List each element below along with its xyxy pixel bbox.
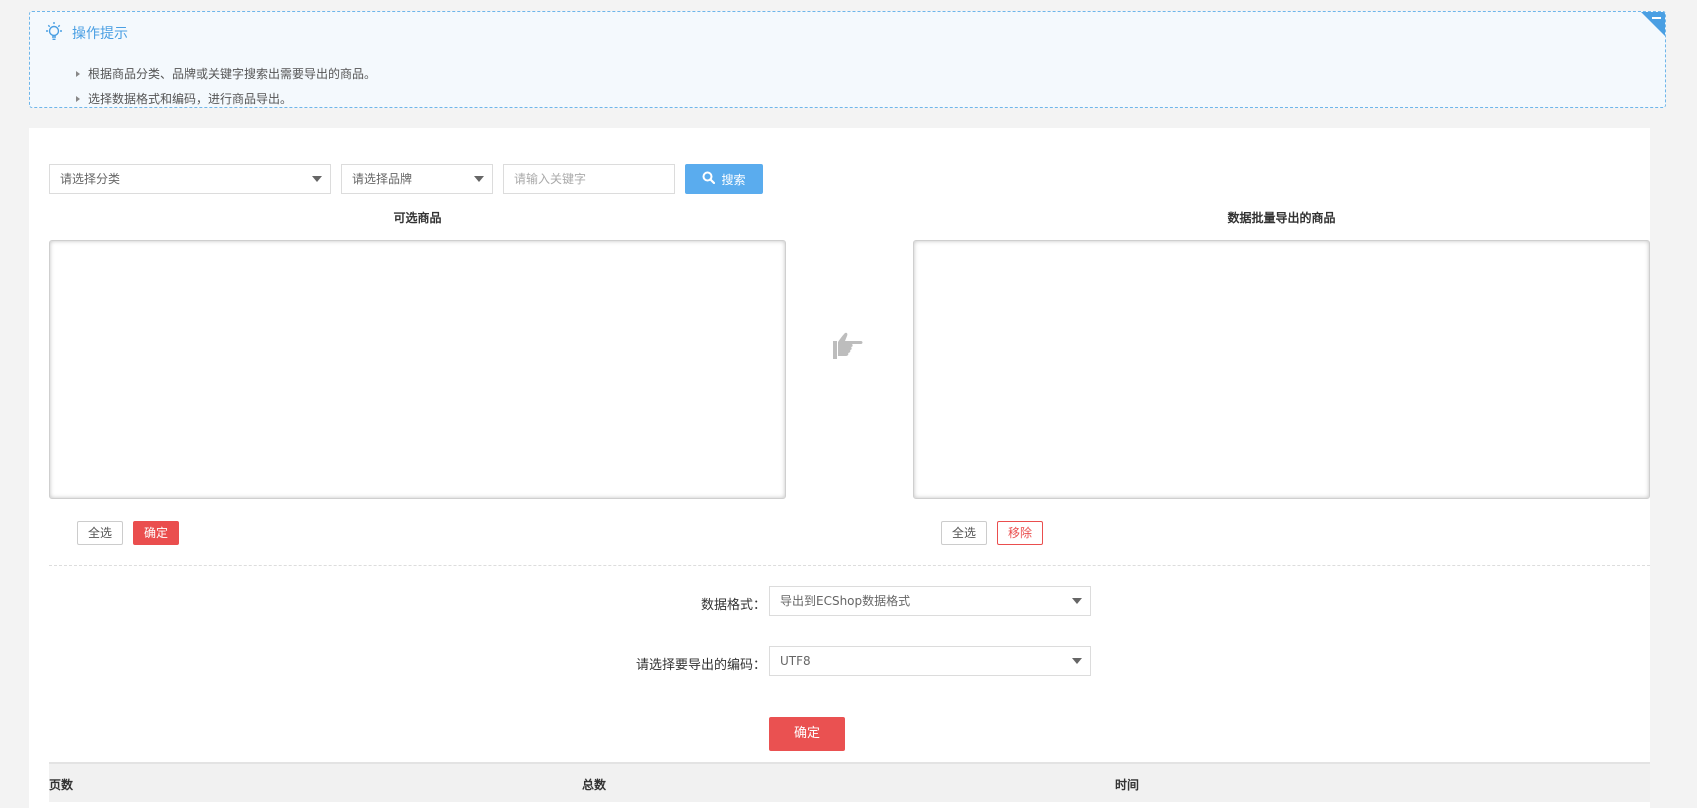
search-button[interactable]: 搜索	[685, 164, 763, 194]
add-to-export-button[interactable]: 确定	[133, 521, 179, 545]
tips-header: 操作提示	[44, 22, 128, 44]
lightbulb-icon	[44, 21, 64, 45]
section-divider	[49, 565, 1650, 566]
chevron-down-icon	[1072, 658, 1082, 664]
collapse-icon[interactable]	[1652, 17, 1661, 19]
bullet-arrow-icon	[76, 96, 80, 102]
select-all-available-button[interactable]: 全选	[77, 521, 123, 545]
pointing-hand-icon[interactable]	[830, 332, 864, 365]
format-select[interactable]: 导出到ECShop数据格式	[769, 586, 1091, 616]
keyword-input[interactable]: 请输入关键字	[503, 164, 675, 194]
chevron-down-icon	[312, 176, 322, 182]
column-header: 总数	[582, 778, 607, 792]
category-select[interactable]: 请选择分类	[49, 164, 331, 194]
submit-export-button[interactable]: 确定	[769, 717, 845, 751]
export-goods-listbox[interactable]	[913, 240, 1650, 499]
chevron-down-icon	[474, 176, 484, 182]
format-label: 数据格式：	[700, 598, 766, 613]
chevron-down-icon	[1072, 598, 1082, 604]
collapse-toggle[interactable]	[1640, 12, 1665, 37]
select-all-export-button[interactable]: 全选	[941, 521, 987, 545]
column-header: 页数	[49, 778, 74, 792]
brand-select[interactable]: 请选择品牌	[341, 164, 493, 194]
available-list-title: 可选商品	[393, 211, 442, 225]
tips-title: 操作提示	[72, 26, 128, 42]
encoding-label: 请选择要导出的编码：	[635, 658, 766, 673]
progress-table-header: 页数 总数 时间	[49, 762, 1650, 802]
column-header: 时间	[1115, 778, 1140, 792]
remove-from-export-button[interactable]: 移除	[997, 521, 1043, 545]
bullet-arrow-icon	[76, 71, 80, 77]
available-goods-listbox[interactable]	[49, 240, 786, 499]
export-list-title: 数据批量导出的商品	[1227, 211, 1336, 225]
export-panel: 请选择分类 请选择品牌 请输入关键字 搜索 可选商品 数据批量导出的商品 全选 …	[29, 128, 1650, 808]
tips-item: 选择数据格式和编码，进行商品导出。	[76, 87, 376, 107]
tips-item: 根据商品分类、品牌或关键字搜索出需要导出的商品。	[76, 62, 376, 87]
search-icon	[702, 171, 716, 187]
tips-list: 根据商品分类、品牌或关键字搜索出需要导出的商品。 选择数据格式和编码，进行商品导…	[76, 62, 376, 107]
encoding-select[interactable]: UTF8	[769, 646, 1091, 676]
operation-tips-panel: 操作提示 根据商品分类、品牌或关键字搜索出需要导出的商品。 选择数据格式和编码，…	[29, 11, 1666, 108]
